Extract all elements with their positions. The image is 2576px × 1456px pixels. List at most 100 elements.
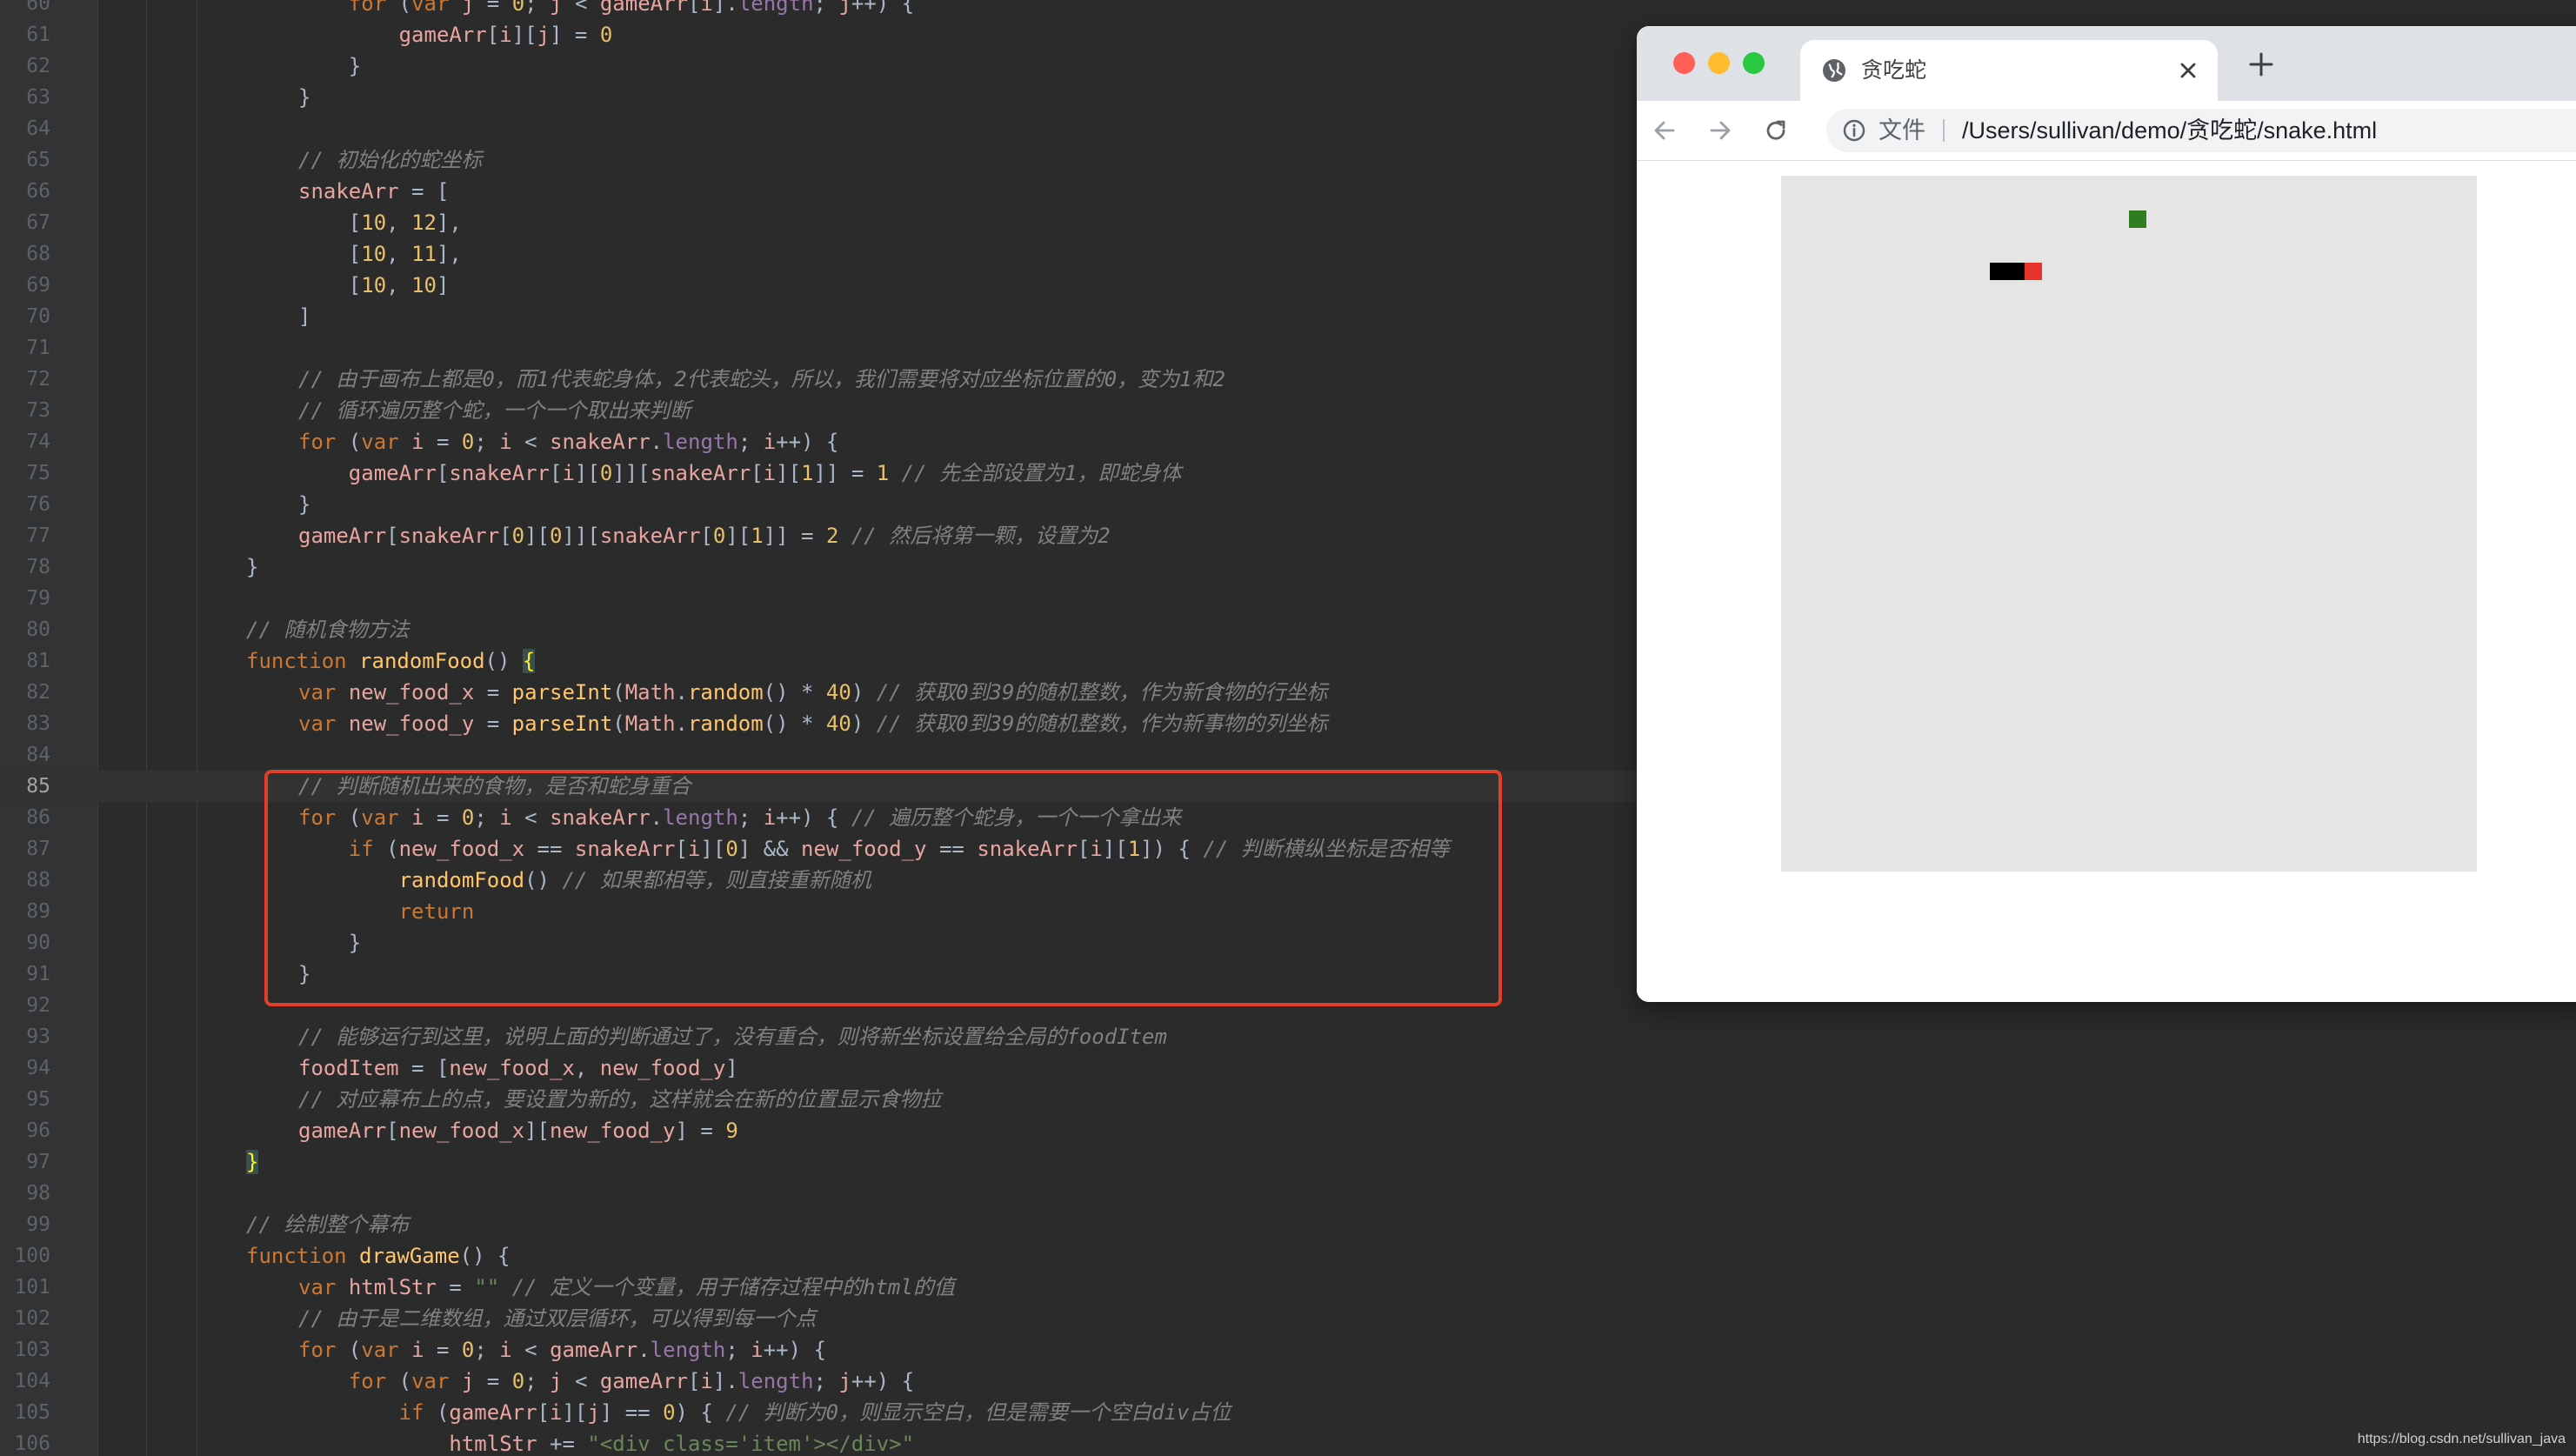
code-token: 11 [411,242,437,266]
code-token: ( [612,711,625,736]
line-number: 66 [26,180,50,203]
code-token: , [386,242,412,266]
code-token: gameArr [599,0,689,16]
line-number: 91 [26,963,50,985]
code-token: new_food_y [550,1119,676,1143]
code-text: // 由于画布上都是0，而1代表蛇身体，2代表蛇头，所以，我们需要将对应坐标位置… [298,364,1225,395]
code-token: j [587,1400,600,1425]
code-token: var [298,1275,337,1299]
code-token: length [663,805,738,830]
code-token: parseInt [511,711,613,736]
code-token: // 绘制整个幕布 [246,1212,410,1237]
code-token: ] = [675,1119,726,1143]
code-text: gameArr[i][j] = 0 [298,19,613,50]
code-token: j [550,1369,563,1393]
code-token: 10 [361,210,387,235]
code-token: new_food_x [348,680,475,705]
address-bar[interactable]: 文件 /Users/sullivan/demo/贪吃蛇/snake.html [1826,109,2576,152]
url-text[interactable]: /Users/sullivan/demo/贪吃蛇/snake.html [1962,109,2377,152]
line-number: 86 [26,806,50,829]
code-token: // 定义一个变量，用于储存过程中的html的值 [511,1275,955,1299]
reload-icon[interactable] [1760,115,1792,146]
code-line[interactable]: 103 for (var i = 0; i < gameArr.length; i… [0,1334,2576,1366]
code-token: } [298,492,311,517]
browser-toolbar: 文件 /Users/sullivan/demo/贪吃蛇/snake.html [1637,101,2576,161]
line-number: 101 [14,1276,50,1299]
code-token: snakeArr [550,430,651,454]
code-text: for (var j = 0; j < gameArr[i].length; j… [298,1366,914,1397]
code-token: = [424,430,462,454]
code-token: // 由于画布上都是0，而1代表蛇身体，2代表蛇头，所以，我们需要将对应坐标位置… [298,367,1226,391]
code-line[interactable]: 102 // 由于是二维数组，通过双层循环，可以得到每一个点 [0,1303,2576,1334]
minimize-window-button[interactable] [1708,52,1730,74]
code-line[interactable]: 98 [0,1178,2576,1209]
code-token: [ [298,210,362,235]
code-token: 9 [725,1119,738,1143]
code-text: } [298,927,361,958]
code-token: ) [851,711,877,736]
code-token: if [348,837,374,861]
code-token: 1 [876,461,890,485]
close-tab-icon[interactable] [2176,58,2200,83]
code-token: snakeArr [977,837,1078,861]
code-line[interactable]: 105 if (gameArr[i][j] == 0) { // 判断为0，则显… [0,1397,2576,1428]
code-token: [ [751,461,764,485]
code-token: = [474,1369,512,1393]
line-number: 97 [26,1151,50,1173]
code-line[interactable]: 95 // 对应幕布上的点，要设置为新的，这样就会在新的位置显示食物拉 [0,1084,2576,1115]
code-token: = [436,1275,475,1299]
tab-snake-game[interactable]: 贪吃蛇 [1800,40,2218,101]
info-icon[interactable] [1842,118,1866,143]
code-text: // 循环遍历整个蛇，一个一个取出来判断 [298,395,691,426]
code-token: for [298,805,337,830]
forward-arrow-icon[interactable] [1705,115,1736,146]
code-token: = [474,711,512,736]
code-line[interactable]: 106 htmlStr += "<div class='item'></div>… [0,1428,2576,1456]
code-token: snakeArr [599,524,701,548]
code-line[interactable]: 94 foodItem = [new_food_x, new_food_y] [0,1052,2576,1084]
code-text: // 能够运行到这里，说明上面的判断通过了，没有重合，则将新坐标设置给全局的fo… [298,1021,1167,1052]
code-token: i [411,805,424,830]
code-line[interactable]: 99 // 绘制整个幕布 [0,1209,2576,1240]
code-token: ; [725,1338,751,1362]
code-token: ( [373,837,399,861]
line-number: 100 [14,1245,50,1267]
code-text: // 由于是二维数组，通过双层循环，可以得到每一个点 [298,1303,816,1334]
code-text: var new_food_x = parseInt(Math.random() … [298,677,1327,708]
code-token: ) [851,680,877,705]
code-line[interactable]: 104 for (var j = 0; j < gameArr[i].lengt… [0,1366,2576,1397]
code-token: . [675,680,688,705]
code-text: if (gameArr[i][j] == 0) { // 判断为0，则显示空白，… [298,1397,1231,1428]
code-line[interactable]: 101 var htmlStr = "" // 定义一个变量，用于储存过程中的ht… [0,1272,2576,1303]
code-token: i [700,1369,713,1393]
code-text: var new_food_y = parseInt(Math.random() … [298,708,1327,739]
code-token: i [499,1338,512,1362]
code-token: i [763,430,777,454]
new-tab-icon[interactable] [2246,49,2277,80]
line-number: 93 [26,1025,50,1048]
code-line[interactable]: 100 function drawGame() { [0,1240,2576,1272]
code-text: [10, 10] [298,270,450,301]
code-text: } [298,50,361,82]
code-token: ] [298,304,311,329]
code-text: } [298,958,310,990]
code-text: } [246,551,258,583]
code-token: // 循环遍历整个蛇，一个一个取出来判断 [298,398,691,423]
back-arrow-icon[interactable] [1649,115,1680,146]
code-token: i [499,23,512,47]
code-line[interactable]: 60 for (var j = 0; j < gameArr[i].length… [0,0,2576,19]
maximize-window-button[interactable] [1743,52,1765,74]
line-number: 77 [26,524,50,547]
code-text: function randomFood() { [246,645,536,677]
code-line[interactable]: 97} [0,1146,2576,1178]
close-window-button[interactable] [1673,52,1695,74]
code-line[interactable]: 93 // 能够运行到这里，说明上面的判断通过了，没有重合，则将新坐标设置给全局的… [0,1021,2576,1052]
globe-icon [1823,59,1845,82]
code-token: 1 [1127,837,1141,861]
line-number: 67 [26,211,50,234]
code-token: ][ [725,524,751,548]
code-token: . [637,1338,651,1362]
code-line[interactable]: 96 gameArr[new_food_x][new_food_y] = 9 [0,1115,2576,1146]
